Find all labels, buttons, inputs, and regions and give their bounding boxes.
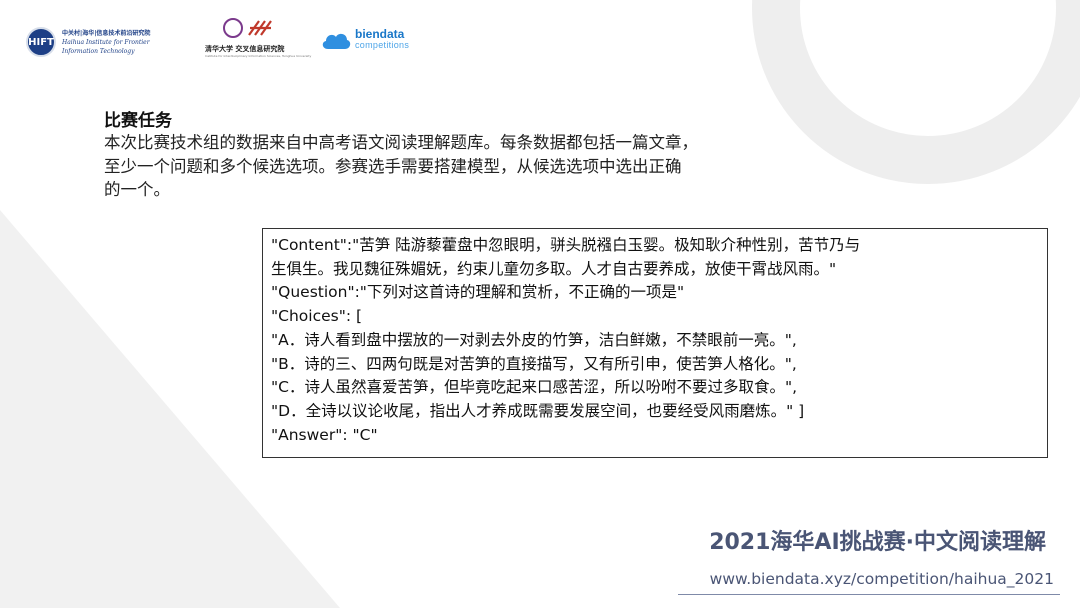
haihua-seal-text: HIFT: [28, 36, 54, 48]
footer-title: 2021海华AI挑战赛·中文阅读理解: [709, 530, 1046, 555]
cloud-icon: [322, 33, 351, 49]
sample-content-line: 生俱生。我见魏征殊媚妩，约束儿童勿多取。人才自古要养成，放使干霄战风雨。": [271, 259, 837, 278]
section-title: 比赛任务: [104, 111, 172, 131]
sample-answer-line: "Answer": "C": [271, 425, 378, 444]
sample-question-line: "Question":"下列对这首诗的理解和赏析，不正确的一项是": [271, 283, 685, 302]
intro-paragraph: 本次比赛技术组的数据来自中高考语文阅读理解题库。每条数据都包括一篇文章， 至少一…: [104, 131, 834, 202]
haihua-seal-icon: HIFT: [26, 27, 56, 57]
footer-url-link[interactable]: www.biendata.xyz/competition/haihua_2021: [710, 570, 1054, 588]
tsinghua-cn-name: 清华大学 交叉信息研究院: [205, 45, 285, 53]
footer-divider: [678, 594, 1060, 595]
sample-data-box: "Content":"苦笋 陆游藜藿盘中忽眼明，骈头脱襁白玉婴。极知耿介种性别，…: [262, 228, 1048, 458]
haihua-logo: HIFT 中关村|海华|信息技术前沿研究院 Haihua Institute f…: [26, 27, 150, 57]
sample-content-line: "Content":"苦笋 陆游藜藿盘中忽眼明，骈头脱襁白玉婴。极知耿介种性别，…: [271, 236, 861, 254]
iiis-mark-icon: [248, 20, 272, 36]
haihua-en-name-line1: Haihua Institute for Frontier: [62, 38, 150, 46]
sample-choice-a: "A．诗人看到盘中摆放的一对剥去外皮的竹笋，洁白鲜嫩，不禁眼前一亮。",: [271, 330, 797, 349]
biendata-logo: biendata competitions: [320, 27, 410, 51]
sample-choice-d: "D．全诗以议论收尾，指出人才养成既需要发展空间，也要经受风雨磨炼。" ]: [271, 401, 805, 420]
sample-choices-label: "Choices": [: [271, 307, 363, 326]
haihua-en-name-line2: Information Technology: [62, 47, 135, 55]
biendata-tag: competitions: [355, 40, 410, 50]
biendata-name: biendata: [355, 27, 405, 41]
tsinghua-seal-icon: [223, 18, 243, 38]
tsinghua-logo: 清华大学 交叉信息研究院 Institute for Interdiscipli…: [205, 18, 311, 58]
intro-line: 本次比赛技术组的数据来自中高考语文阅读理解题库。每条数据都包括一篇文章，: [104, 133, 698, 152]
intro-line: 至少一个问题和多个候选选项。参赛选手需要搭建模型，从候选选项中选出正确: [104, 156, 682, 176]
sample-choice-c: "C．诗人虽然喜爱苦笋，但毕竟吃起来口感苦涩，所以吩咐不要过多取食。",: [271, 378, 798, 397]
intro-line: 的一个。: [104, 180, 170, 199]
tsinghua-en-name: Institute for Interdisciplinary Informat…: [205, 54, 312, 58]
sample-choice-b: "B．诗的三、四两句既是对苦笋的直接描写，又有所引申，使苦笋人格化。",: [271, 354, 797, 373]
haihua-cn-name: 中关村|海华|信息技术前沿研究院: [62, 29, 151, 37]
